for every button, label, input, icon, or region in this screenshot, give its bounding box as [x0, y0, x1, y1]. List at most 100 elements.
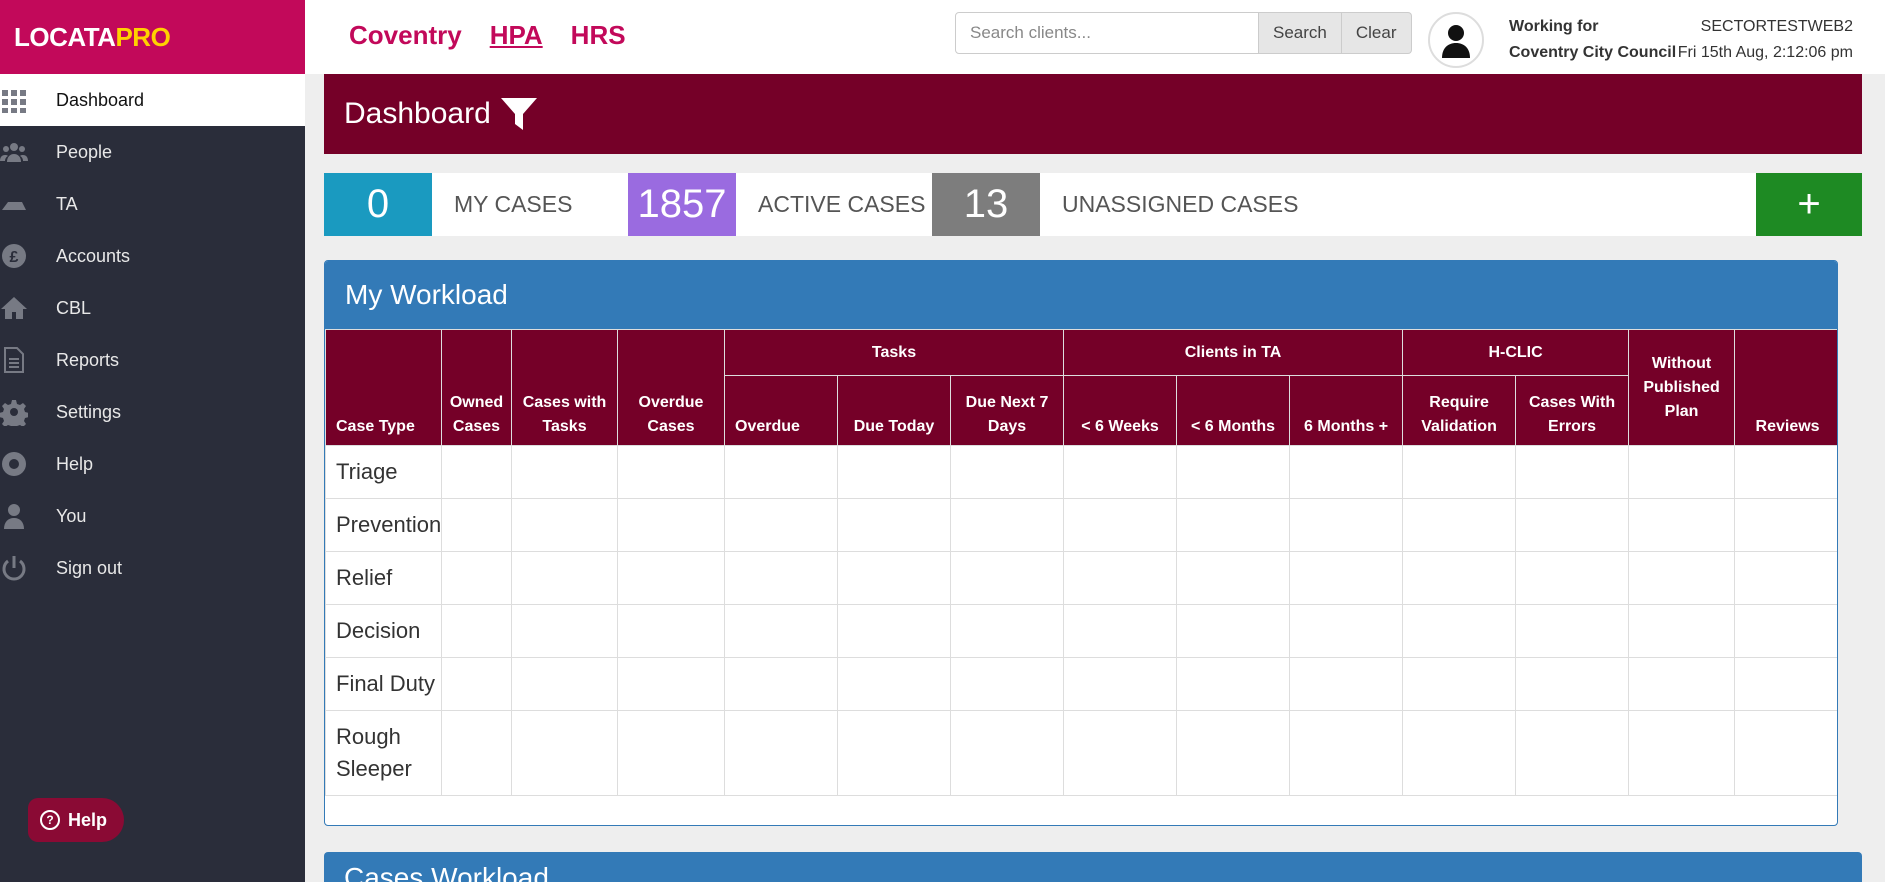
table-cell — [511, 657, 618, 711]
table-cell — [1176, 445, 1291, 499]
table-cell — [441, 710, 512, 796]
case-type-cell[interactable]: Rough Sleeper — [325, 710, 442, 796]
search-bar: Search Clear — [955, 12, 1412, 54]
table-cell — [1176, 604, 1291, 658]
server-name: SECTORTESTWEB2 — [1700, 18, 1853, 35]
table-cell — [1176, 498, 1291, 552]
table-cell — [617, 445, 725, 499]
col-due-today: Due Today — [837, 375, 951, 446]
filter-icon[interactable] — [499, 94, 539, 134]
sidebar-item-cbl[interactable]: CBL — [0, 282, 305, 334]
logo[interactable]: LOCATAPRO — [0, 0, 305, 74]
table-cell — [949, 710, 1065, 796]
sidebar-item-reports[interactable]: Reports — [0, 334, 305, 386]
active-cases-label[interactable]: ACTIVE CASES — [736, 173, 932, 236]
table-cell — [1628, 551, 1736, 605]
clear-button[interactable]: Clear — [1341, 12, 1412, 54]
col-owned-cases: Owned Cases — [441, 329, 512, 446]
table-cell — [1289, 604, 1404, 658]
table-cell — [837, 657, 951, 711]
sidebar-item-accounts[interactable]: £ Accounts — [0, 230, 305, 282]
my-cases-label[interactable]: MY CASES — [432, 173, 628, 236]
unassigned-cases-label[interactable]: UNASSIGNED CASES — [1040, 173, 1298, 236]
table-row[interactable]: Prevention — [325, 498, 1837, 552]
table-row[interactable]: Triage — [325, 445, 1837, 499]
col-require-validation: Require Validation — [1402, 375, 1517, 446]
current-datetime: Fri 15th Aug, 2:12:06 pm — [1677, 44, 1853, 61]
table-cell — [1402, 551, 1517, 605]
case-type-cell[interactable]: Relief — [325, 551, 442, 605]
table-cell — [1734, 657, 1837, 711]
help-button[interactable]: ? Help — [28, 798, 124, 842]
sidebar-item-label: You — [56, 505, 87, 526]
table-cell — [1628, 445, 1736, 499]
sidebar-item-label: Reports — [56, 349, 120, 370]
avatar[interactable] — [1428, 12, 1484, 68]
table-cell — [511, 551, 618, 605]
sidebar-item-settings[interactable]: Settings — [0, 386, 305, 438]
table-cell — [1515, 551, 1630, 605]
sidebar-item-people[interactable]: People — [0, 126, 305, 178]
question-icon: ? — [40, 810, 60, 830]
sidebar-item-label: Accounts — [56, 245, 131, 266]
case-type-cell[interactable]: Prevention — [325, 498, 442, 552]
table-cell — [1063, 710, 1178, 796]
table-row[interactable]: Final Duty — [325, 657, 1837, 711]
table-cell — [617, 498, 725, 552]
table-cell — [511, 445, 618, 499]
table-cell — [1176, 657, 1291, 711]
table-row[interactable]: Relief — [325, 551, 1837, 605]
unassigned-cases-count[interactable]: 13 — [932, 173, 1040, 236]
case-type-cell[interactable]: Decision — [325, 604, 442, 658]
case-type-cell[interactable]: Triage — [325, 445, 442, 499]
sidebar-item-you[interactable]: You — [0, 490, 305, 542]
org-link-hrs[interactable]: HRS — [571, 20, 626, 51]
my-cases-count[interactable]: 0 — [324, 173, 432, 236]
case-type-cell[interactable]: Final Duty — [325, 657, 442, 711]
table-cell — [837, 604, 951, 658]
power-icon — [0, 554, 56, 582]
col-lt-6-weeks: < 6 Weeks — [1063, 375, 1178, 446]
table-row[interactable]: Decision — [325, 604, 1837, 658]
org-link-coventry[interactable]: Coventry — [349, 20, 462, 51]
add-case-button[interactable]: + — [1756, 173, 1862, 236]
table-cell — [1063, 498, 1178, 552]
table-cell — [1734, 551, 1837, 605]
sidebar-item-dashboard[interactable]: Dashboard — [0, 74, 305, 126]
table-cell — [724, 445, 838, 499]
col-due-next-7-days: Due Next 7 Days — [949, 375, 1065, 446]
search-button[interactable]: Search — [1259, 12, 1342, 54]
table-cell — [949, 445, 1065, 499]
active-cases-count[interactable]: 1857 — [628, 173, 736, 236]
sidebar-item-label: Dashboard — [56, 89, 145, 110]
table-cell — [1734, 498, 1837, 552]
case-counters: 0 MY CASES 1857 ACTIVE CASES 13 UNASSIGN… — [324, 173, 1862, 236]
sidebar-item-label: CBL — [56, 297, 92, 318]
table-cell — [1402, 710, 1517, 796]
table-cell — [1734, 445, 1837, 499]
sidebar-item-ta[interactable]: TA — [0, 178, 305, 230]
table-cell — [949, 551, 1065, 605]
table-cell — [837, 551, 951, 605]
working-for-org: Coventry City Council — [1509, 44, 1677, 61]
col-cases-with-tasks: Cases with Tasks — [511, 329, 618, 446]
working-for-label: Working for — [1509, 18, 1599, 35]
table-cell — [617, 710, 725, 796]
table-cell — [1289, 551, 1404, 605]
pound-icon: £ — [0, 242, 56, 270]
table-cell — [1176, 710, 1291, 796]
sidebar-item-sign-out[interactable]: Sign out — [0, 542, 305, 594]
table-cell — [1063, 445, 1178, 499]
table-row[interactable]: Rough Sleeper — [325, 710, 1837, 796]
sidebar-item-label: Settings — [56, 401, 122, 422]
page-title: Dashboard — [344, 97, 491, 130]
logo-text: LOCATAPRO — [14, 21, 171, 52]
sidebar-item-help[interactable]: Help — [0, 438, 305, 490]
table-cell — [949, 604, 1065, 658]
ta-icon — [0, 190, 56, 218]
table-cell — [1289, 710, 1404, 796]
document-icon — [0, 346, 56, 374]
search-input[interactable] — [955, 12, 1259, 54]
table-cell — [617, 604, 725, 658]
org-link-hpa[interactable]: HPA — [490, 20, 543, 51]
